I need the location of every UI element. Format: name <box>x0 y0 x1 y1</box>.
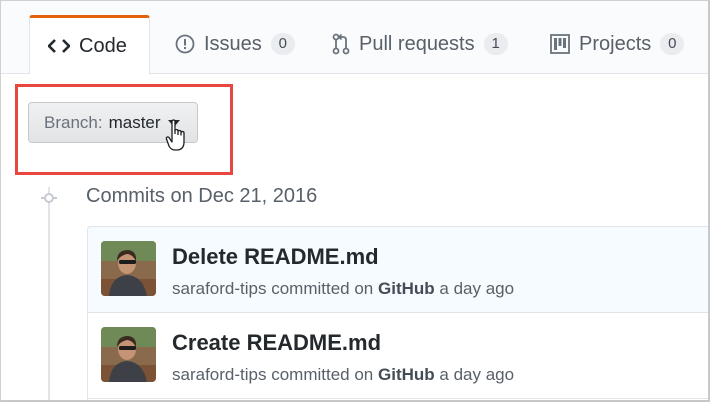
commit-verb: committed on <box>271 365 374 384</box>
issues-counter: 0 <box>270 33 295 55</box>
git-commit-icon <box>41 191 57 210</box>
commit-platform: GitHub <box>378 365 435 384</box>
repository-page: Code Issues 0 Pull requests 1 Projects 0 <box>0 0 710 402</box>
commit-title-link[interactable]: Delete README.md <box>172 244 379 270</box>
commit-list: Delete README.md saraford-tips committed… <box>87 226 708 400</box>
tab-issues-label: Issues <box>204 32 262 55</box>
commit-group-heading: Commits on Dec 21, 2016 <box>86 185 318 207</box>
tab-issues[interactable]: Issues 0 <box>157 15 313 73</box>
commit-time: a day ago <box>439 365 515 384</box>
commit-verb: committed on <box>271 279 374 298</box>
repo-nav-tabs: Code Issues 0 Pull requests 1 Projects 0 <box>1 1 708 74</box>
commit-row[interactable]: Create README.md saraford-tips committed… <box>88 313 708 399</box>
tab-code-label: Code <box>79 34 127 57</box>
timeline-line <box>48 187 50 400</box>
commit-author-link[interactable]: saraford-tips <box>172 365 266 384</box>
git-pull-request-icon <box>332 33 350 55</box>
tab-pull-requests[interactable]: Pull requests 1 <box>314 15 526 73</box>
commit-meta: saraford-tips committed on GitHub a day … <box>172 279 514 299</box>
avatar[interactable] <box>101 327 156 382</box>
tab-code[interactable]: Code <box>29 15 150 74</box>
project-icon <box>550 34 570 54</box>
branch-name: master <box>108 112 161 132</box>
tab-pull-requests-label: Pull requests <box>359 32 475 55</box>
tab-projects[interactable]: Projects 0 <box>532 15 702 73</box>
commit-row[interactable]: Delete README.md saraford-tips committed… <box>88 227 708 313</box>
commit-time: a day ago <box>439 279 515 298</box>
pull-requests-counter: 1 <box>483 33 508 55</box>
commit-meta: saraford-tips committed on GitHub a day … <box>172 365 514 385</box>
code-icon <box>48 38 70 54</box>
commit-platform: GitHub <box>378 279 435 298</box>
tab-projects-label: Projects <box>579 32 652 55</box>
issue-opened-icon <box>175 34 195 54</box>
commit-title-link[interactable]: Create README.md <box>172 330 381 356</box>
avatar[interactable] <box>101 241 156 296</box>
branch-prefix-label: Branch: <box>44 112 103 132</box>
projects-counter: 0 <box>660 33 685 55</box>
hand-pointer-cursor-icon <box>165 119 193 160</box>
commit-author-link[interactable]: saraford-tips <box>172 279 266 298</box>
